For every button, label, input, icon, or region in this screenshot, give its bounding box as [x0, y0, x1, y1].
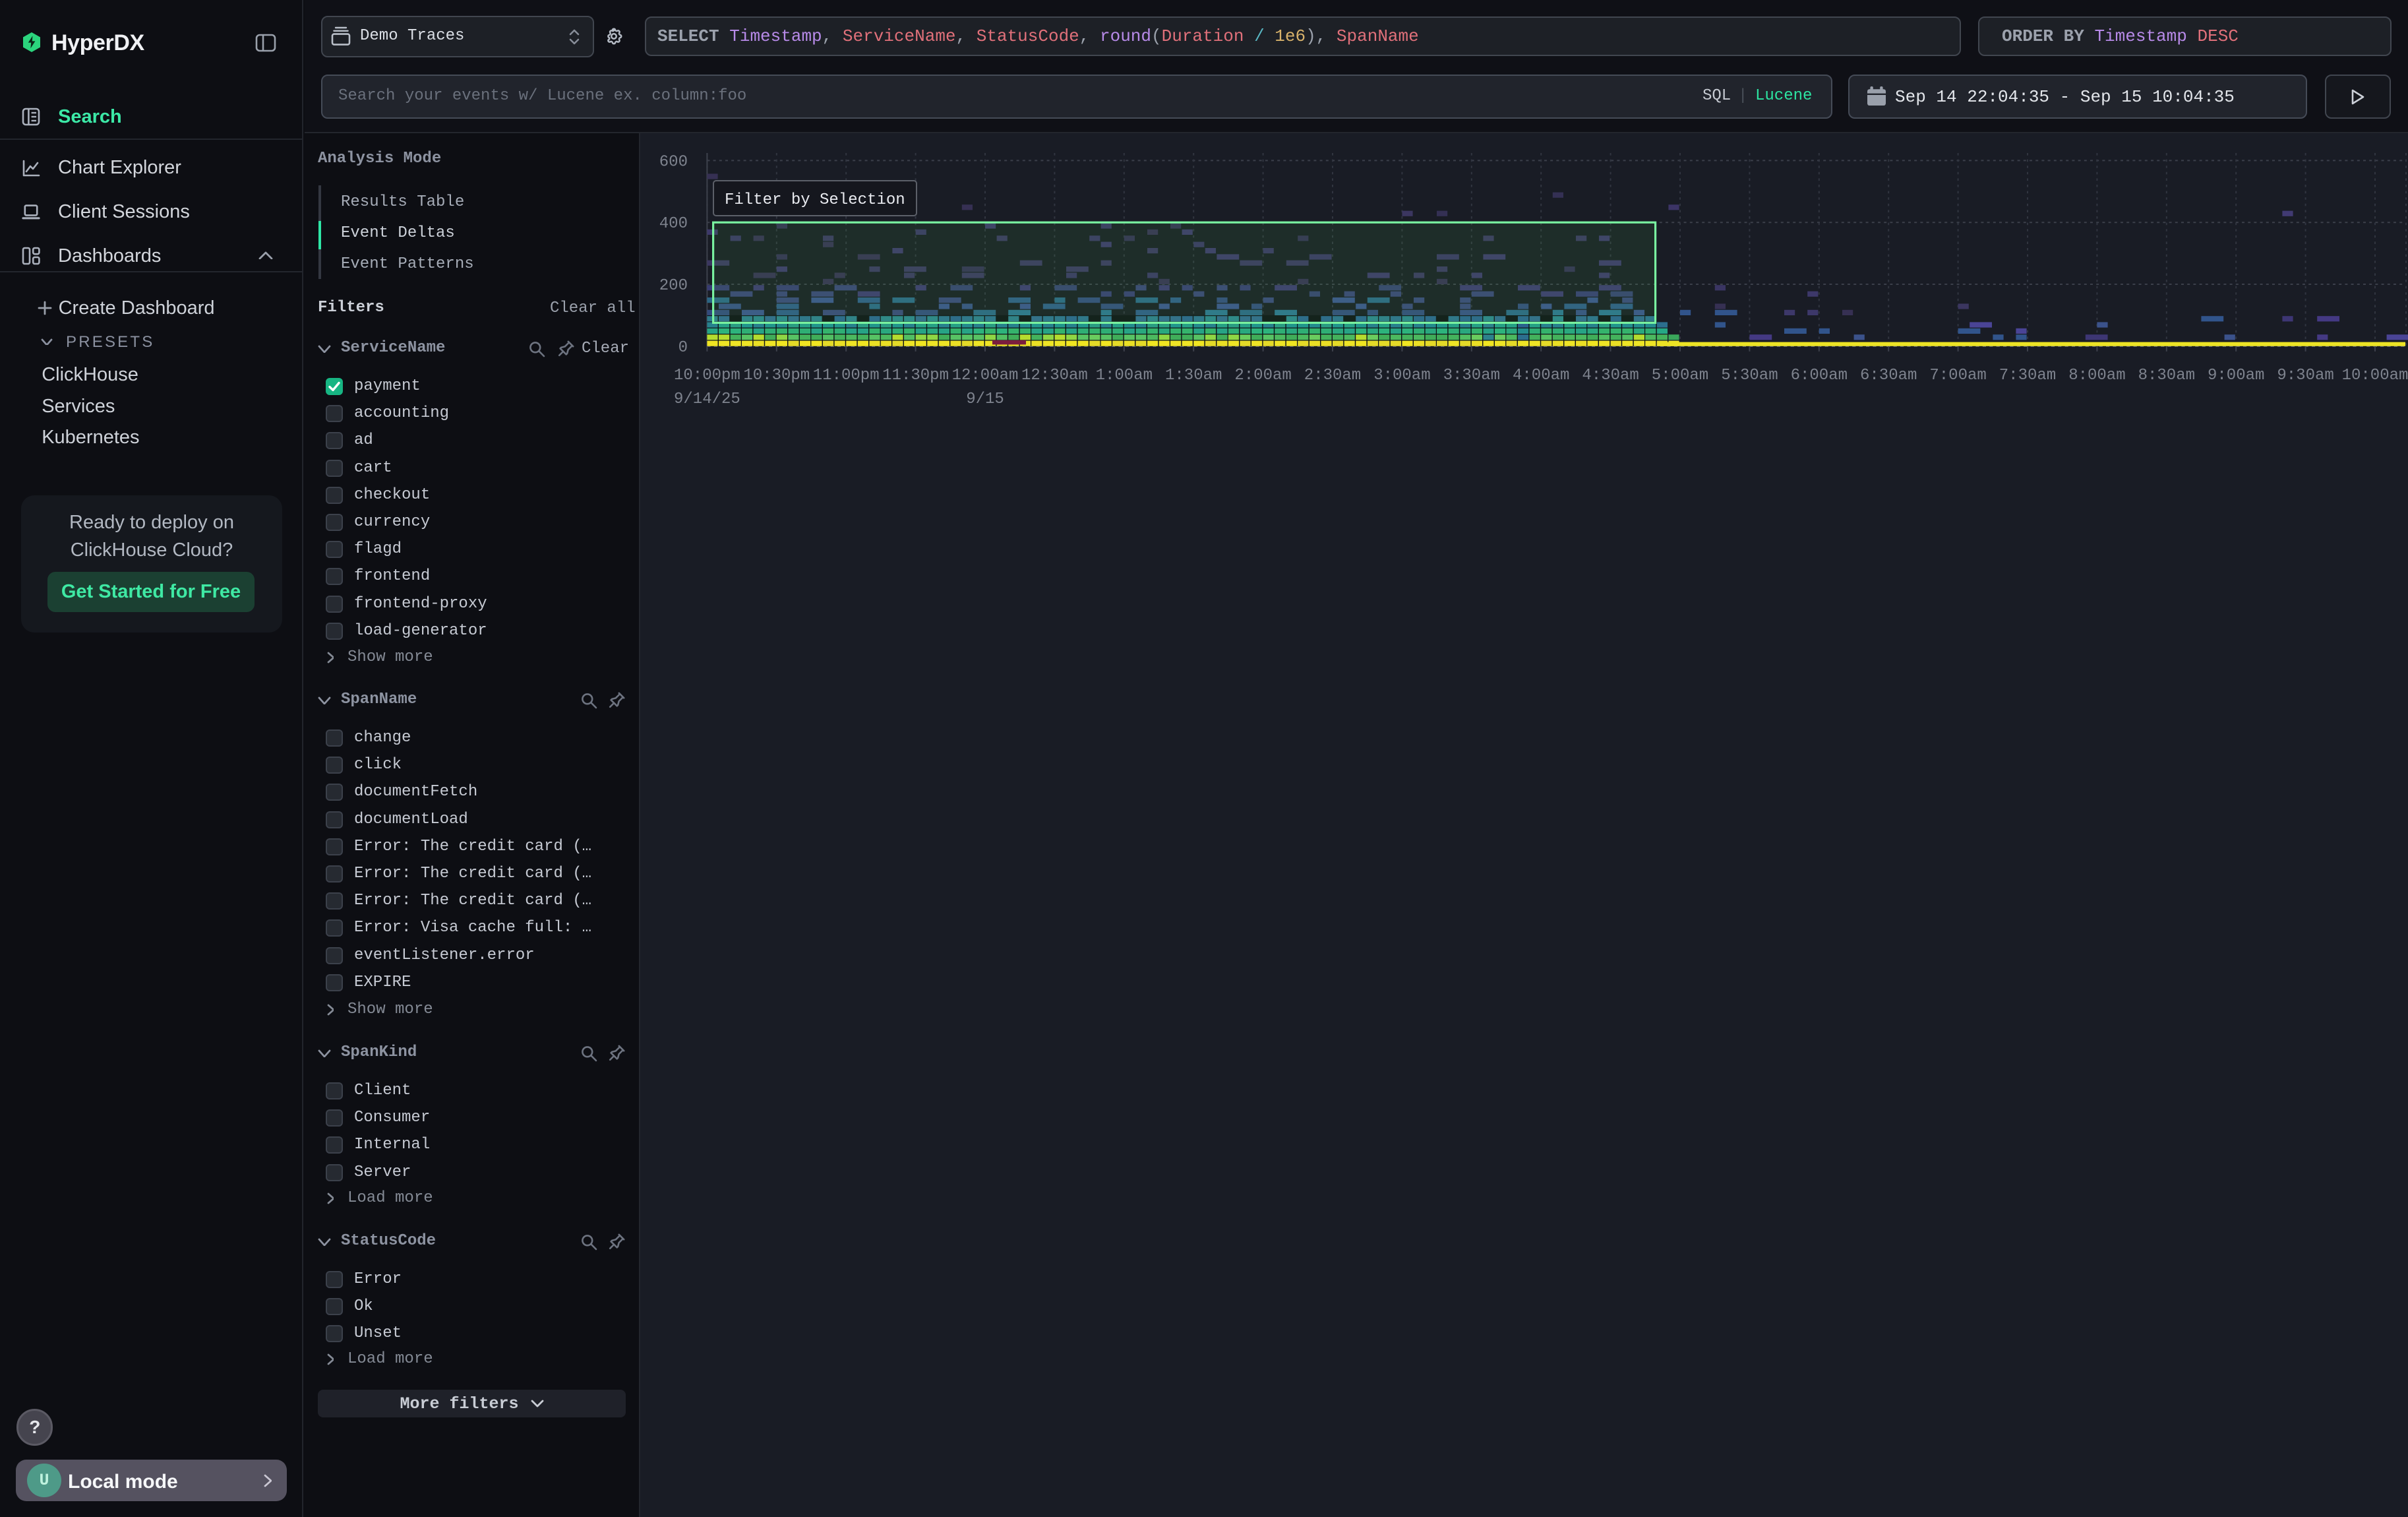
svg-text:10:00am: 10:00am: [2342, 367, 2408, 385]
svg-text:6:00am: 6:00am: [1791, 367, 1848, 385]
svg-text:3:30am: 3:30am: [1443, 367, 1500, 385]
svg-text:2:30am: 2:30am: [1304, 367, 1361, 385]
svg-text:600: 600: [659, 153, 688, 171]
svg-text:2:00am: 2:00am: [1234, 367, 1291, 385]
svg-text:11:00pm: 11:00pm: [813, 367, 880, 385]
svg-text:4:00am: 4:00am: [1513, 367, 1569, 385]
svg-text:7:30am: 7:30am: [1999, 367, 2056, 385]
svg-text:9/15: 9/15: [966, 390, 1004, 408]
svg-text:3:00am: 3:00am: [1373, 367, 1430, 385]
svg-text:0: 0: [678, 339, 688, 357]
svg-text:5:30am: 5:30am: [1721, 367, 1778, 385]
svg-text:9/14/25: 9/14/25: [674, 390, 740, 408]
svg-text:9:00am: 9:00am: [2208, 367, 2264, 385]
svg-text:9:30am: 9:30am: [2277, 367, 2333, 385]
svg-text:12:00am: 12:00am: [952, 367, 1019, 385]
svg-text:4:30am: 4:30am: [1582, 367, 1639, 385]
svg-text:1:30am: 1:30am: [1165, 367, 1222, 385]
svg-text:11:30pm: 11:30pm: [882, 367, 949, 385]
svg-text:400: 400: [659, 215, 688, 233]
svg-text:7:00am: 7:00am: [1929, 367, 1986, 385]
svg-text:6:30am: 6:30am: [1860, 367, 1917, 385]
svg-text:Filter by Selection: Filter by Selection: [725, 191, 905, 209]
svg-text:200: 200: [659, 277, 688, 295]
svg-text:5:00am: 5:00am: [1652, 367, 1708, 385]
svg-text:8:30am: 8:30am: [2138, 367, 2195, 385]
svg-text:1:00am: 1:00am: [1096, 367, 1153, 385]
svg-text:8:00am: 8:00am: [2068, 367, 2125, 385]
svg-text:12:30am: 12:30am: [1021, 367, 1088, 385]
svg-text:10:00pm: 10:00pm: [674, 367, 740, 385]
svg-text:10:30pm: 10:30pm: [743, 367, 810, 385]
